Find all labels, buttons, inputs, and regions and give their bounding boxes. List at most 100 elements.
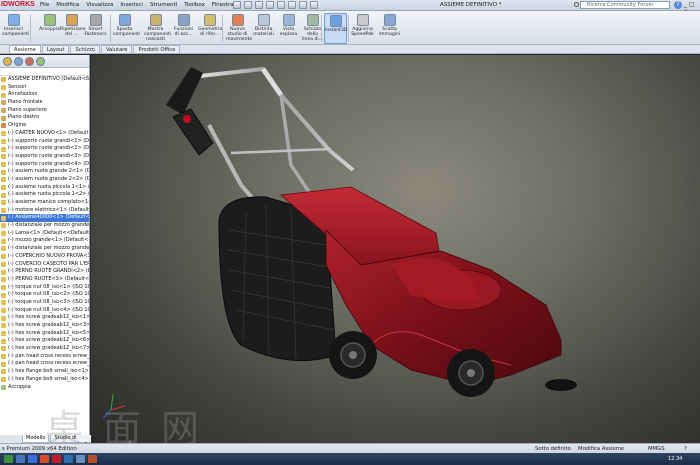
tree-item[interactable]: (-) COPERCHIO NUOVO PROVA<1> (...	[0, 253, 89, 261]
ribbon-button-3[interactable]: Smart Fasteners	[84, 13, 107, 44]
tree-item[interactable]: Sensori	[0, 84, 89, 92]
new-document-icon[interactable]	[233, 1, 241, 9]
app-icon[interactable]	[88, 455, 97, 463]
tree-item[interactable]: (-) hex screw gradeab12_iso<7> (IS...	[0, 345, 89, 353]
tree-item[interactable]: (-) assieme manico completo<1> (...	[0, 199, 89, 207]
tree-item[interactable]: (-) CARTER NUOVO<1> (Default<<D...	[0, 130, 89, 138]
tree-item[interactable]: Piano superiore	[0, 107, 89, 115]
tree-item[interactable]: (-) hex flange bolt small_iso<1> (I...	[0, 368, 89, 376]
ribbon-button-4[interactable]: Sposta componenti	[113, 13, 140, 44]
tree-item[interactable]: (-) hex flange bolt small_iso<4> (I...	[0, 376, 89, 384]
configuration-manager-tab-icon[interactable]	[25, 57, 34, 66]
ribbon-button-7[interactable]: Geometria di rifer...	[198, 13, 222, 44]
tree-item[interactable]: (-) supporto ruote grandi<1> (Defa...	[0, 138, 89, 146]
tree-item[interactable]: (-) pan head cross recess screw_IS...	[0, 360, 89, 368]
tree-item[interactable]: (-) torque nut 08_iso<3> (ISO 1051...	[0, 299, 89, 307]
start-icon[interactable]	[4, 455, 13, 463]
tree-item[interactable]: Piano destro	[0, 114, 89, 122]
print-icon[interactable]	[266, 1, 274, 9]
tree-item[interactable]: (-) hex screw gradeab12_iso<1> (IS...	[0, 314, 89, 322]
tree-item[interactable]: (-) assiem ruota grande 2<2> (Def...	[0, 176, 89, 184]
tree-item[interactable]: (-) supporto ruote grandi<4> (Defa...	[0, 161, 89, 169]
tab-layout[interactable]: Layout	[41, 45, 70, 53]
menu-strumenti[interactable]: Strumenti	[150, 2, 177, 8]
tree-item[interactable]: (-) Assieme40000<1> (Default<Stat...	[0, 214, 89, 223]
tree-item[interactable]: (-) torque nut 08_iso<2> (ISO 1051...	[0, 291, 89, 299]
ribbon-button-6[interactable]: Funzioni di ass...	[172, 13, 195, 44]
tree-item[interactable]: Piano frontale	[0, 99, 89, 107]
tab-schizzo[interactable]: Schizzo	[70, 45, 100, 53]
tree-item-icon	[1, 300, 6, 306]
browser-icon[interactable]	[28, 455, 37, 463]
tree-item-icon	[1, 169, 6, 175]
ribbon-button-0[interactable]: Inserisci componenti	[2, 13, 29, 44]
tree-item[interactable]: (-) mozzo grande<1> (Default<<Def...	[0, 237, 89, 245]
tab-valutare[interactable]: Valutare	[100, 45, 133, 53]
status-units[interactable]: MMGS	[648, 446, 665, 452]
tree-item[interactable]: Annotazioni	[0, 91, 89, 99]
status-help[interactable]: ?	[684, 446, 687, 452]
tree-item[interactable]: (-) supporto ruote grandi<3> (Defa...	[0, 153, 89, 161]
tree-item[interactable]: (-) PERNO RUOTE GRANDI<2> (Def...	[0, 268, 89, 276]
menu-file[interactable]: File	[40, 2, 49, 8]
explorer-icon[interactable]	[16, 455, 25, 463]
tree-item[interactable]: (-) PERNO RUOTE<3> (Default<<De...	[0, 276, 89, 284]
tree-item[interactable]: (-) hex screw gradeab12_iso<5> (IS...	[0, 330, 89, 338]
options-gear-icon[interactable]	[310, 1, 318, 9]
tree-item[interactable]: (-) assiem ruota grande 2<1> (Def...	[0, 168, 89, 176]
tree-item[interactable]: Origine	[0, 122, 89, 130]
menu-finestra[interactable]: Finestra	[212, 2, 234, 8]
property-manager-tab-icon[interactable]	[14, 57, 23, 66]
tree-item[interactable]: (-) motore elettrico<1> (Default<<...	[0, 207, 89, 215]
solidworks-task-icon[interactable]	[52, 455, 61, 463]
ribbon-button-1[interactable]: Accoppia	[38, 13, 61, 44]
menu-toolbox[interactable]: Toolbox	[184, 2, 205, 8]
tree-item-icon	[1, 323, 6, 329]
search-input[interactable]: Ricerca Community Forum	[580, 1, 670, 9]
tree-item[interactable]: (-) supporto ruote grandi<2> (Defa...	[0, 145, 89, 153]
open-folder-icon[interactable]	[244, 1, 252, 9]
tab-prodotti-office[interactable]: Prodotti Office	[133, 45, 181, 53]
tree-item[interactable]: (-) distanziale per mozzo grande<...	[0, 222, 89, 230]
tree-item[interactable]: (-) distanziale per mozzo grande<...	[0, 245, 89, 253]
media-icon[interactable]	[40, 455, 49, 463]
tree-item[interactable]: (-) pan head cross recess screw_is...	[0, 353, 89, 361]
search-icon[interactable]	[574, 2, 579, 7]
tree-item-label: (-) pan head cross recess screw_is...	[8, 352, 90, 359]
tree-item-icon	[1, 377, 6, 383]
window-icon[interactable]	[76, 455, 85, 463]
tree-item[interactable]: Accoppia	[0, 384, 89, 392]
word-icon[interactable]	[64, 455, 73, 463]
tree-item[interactable]: (-) torque nut 08_iso<1> (ISO 1051...	[0, 284, 89, 292]
ribbon-button-14[interactable]: Scatta immagini	[378, 13, 401, 44]
ribbon-button-9[interactable]: Distinta materiali	[252, 13, 275, 44]
save-icon[interactable]	[255, 1, 263, 9]
ribbon-button-5[interactable]: Mostra componenti nascosti	[144, 13, 171, 44]
rebuild-icon[interactable]	[299, 1, 307, 9]
menu-visualizza[interactable]: Visualizza	[86, 2, 113, 8]
help-icon[interactable]: ?	[674, 1, 682, 9]
tab-assieme[interactable]: Assieme	[9, 45, 41, 53]
tree-item-label: (-) torque nut 08_iso<2> (ISO 1051...	[8, 291, 89, 298]
ribbon-button-10[interactable]: Vista esplosa	[277, 13, 300, 44]
ribbon-button-8[interactable]: Nuovo studio di movimento	[226, 13, 252, 44]
tree-item[interactable]: (-) assieme ruota piccola 1<2> (De...	[0, 191, 89, 199]
tree-item[interactable]: (-) hex screw gradeab12_iso<3> (IS...	[0, 322, 89, 330]
ribbon-button-label: Ripetizione del ...	[60, 27, 86, 37]
tree-item[interactable]: (-) torque nut 08_iso<4> (ISO 1051...	[0, 307, 89, 315]
tree-item[interactable]: (-) Lama<1> (Default<<Default>_...	[0, 230, 89, 238]
display-manager-tab-icon[interactable]	[36, 57, 45, 66]
ribbon-button-13[interactable]: Aggiorna SpeedPak	[351, 13, 374, 44]
tree-item[interactable]: (-) COVERCIO CASEOTO PAR L'ER...	[0, 261, 89, 269]
graphics-area[interactable]	[91, 55, 700, 443]
ribbon-button-2[interactable]: Ripetizione del ...	[60, 13, 86, 44]
tree-item[interactable]: (-) assieme ruota piccola 1<1> (De...	[0, 184, 89, 192]
tree-item[interactable]: (-) hex screw gradeab12_iso<6> (IS...	[0, 337, 89, 345]
feature-tree-tab-icon[interactable]	[3, 57, 12, 66]
select-arrow-icon[interactable]	[288, 1, 296, 9]
tree-item[interactable]: ASSIEME DEFINITIVO (Default<Stato...	[0, 76, 89, 84]
menu-inserisci[interactable]: Inserisci	[120, 2, 143, 8]
undo-icon[interactable]	[277, 1, 285, 9]
menu-modifica[interactable]: Modifica	[56, 2, 79, 8]
ribbon-button-12[interactable]: Instant3D	[324, 13, 347, 44]
